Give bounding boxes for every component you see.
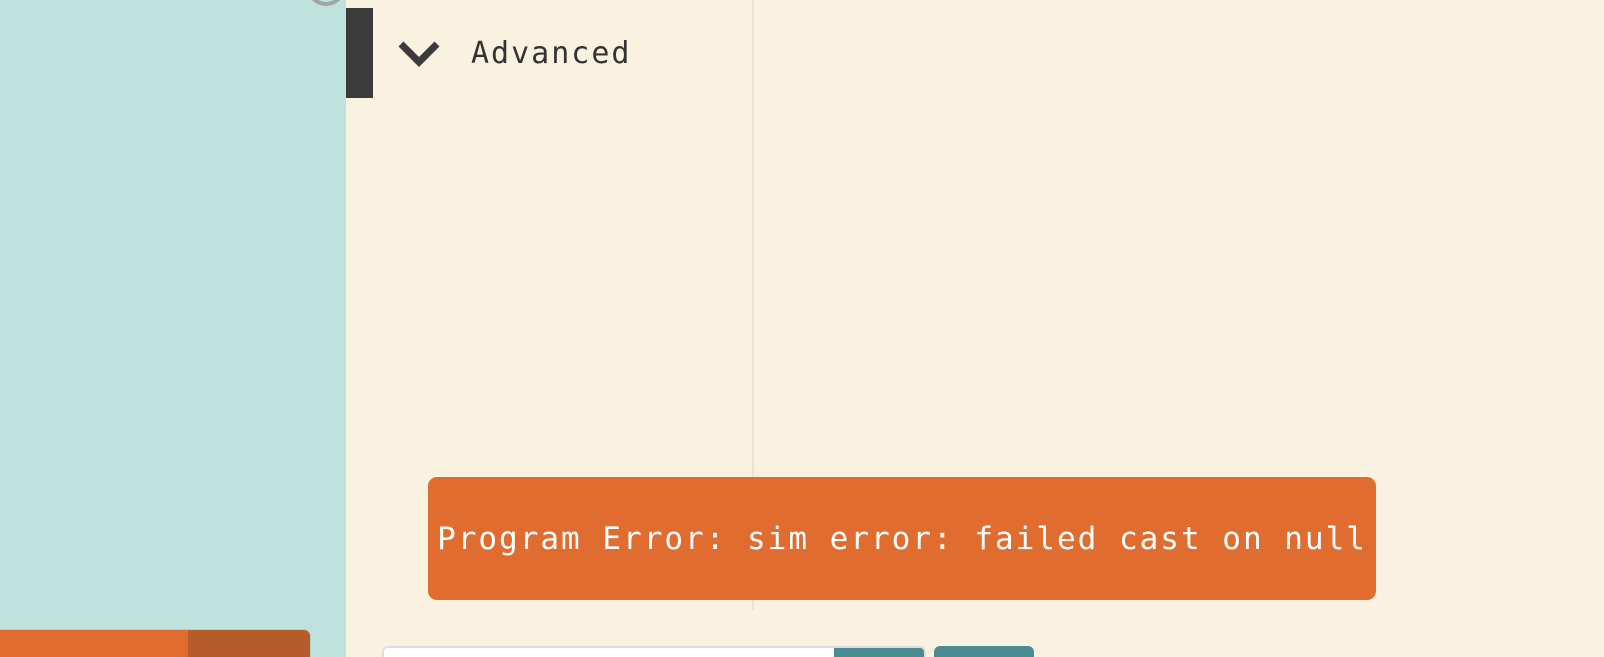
toolbox-category-advanced[interactable]: Advanced [346, 8, 646, 98]
category-color-bar [346, 8, 373, 98]
save-button[interactable] [834, 648, 924, 657]
simulator-options-button[interactable] [188, 630, 310, 657]
project-name-field[interactable] [382, 646, 926, 657]
simulator-toolbar [0, 630, 310, 657]
error-message: Program Error: sim error: failed cast on… [437, 520, 1367, 557]
simulator-run-button[interactable] [0, 630, 188, 657]
program-error-toast: Program Error: sim error: failed cast on… [428, 477, 1376, 600]
editor-root: Advanced Program Error: sim error: faile… [0, 0, 1604, 657]
project-name-input[interactable] [384, 648, 838, 657]
chevron-down-icon [397, 31, 441, 75]
simulator-frame-edge [306, 0, 346, 6]
simulator-panel[interactable] [0, 0, 346, 657]
category-label: Advanced [471, 35, 632, 71]
github-button[interactable] [934, 646, 1034, 657]
